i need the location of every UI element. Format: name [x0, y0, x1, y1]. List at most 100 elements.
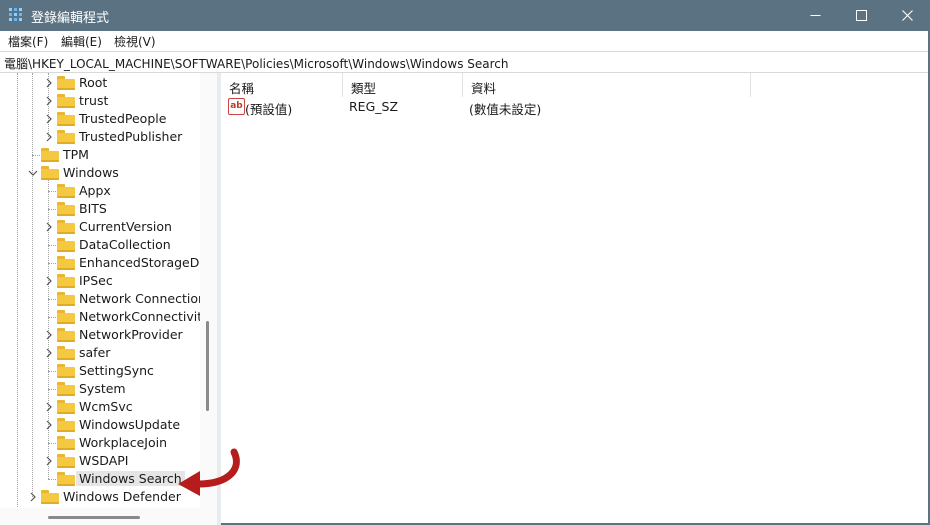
tree-connector — [48, 317, 56, 318]
folder-icon — [57, 310, 75, 324]
folder-icon — [41, 148, 59, 162]
folder-icon — [41, 166, 59, 180]
close-button[interactable] — [884, 0, 930, 31]
tree-item-label: EnhancedStorageDev — [79, 255, 215, 270]
tree-item-label: System — [79, 381, 126, 396]
tree-item-label: trust — [79, 93, 109, 108]
tree-item[interactable]: IPSec — [0, 272, 200, 290]
folder-icon — [57, 400, 75, 414]
tree-item[interactable]: BITS — [0, 200, 200, 218]
chevron-right-icon[interactable] — [43, 110, 55, 128]
tree-item-label: Windows Defender — [63, 489, 181, 504]
tree-item-label: WcmSvc — [79, 399, 133, 414]
value-name-cell[interactable]: (預設值) — [245, 99, 292, 118]
tree-item[interactable]: SettingSync — [0, 362, 200, 380]
tree-item[interactable]: WindowsUpdate — [0, 416, 200, 434]
tree-item-label: SettingSync — [79, 363, 154, 378]
folder-icon — [57, 130, 75, 144]
tree-connector — [32, 155, 40, 156]
tree-item-label: safer — [79, 345, 111, 360]
registry-editor-icon — [9, 8, 23, 22]
tree-item[interactable]: trust — [0, 92, 200, 110]
tree-item-label: TrustedPublisher — [79, 129, 183, 144]
chevron-right-icon[interactable] — [43, 452, 55, 470]
tree-horizontal-scrollbar[interactable] — [0, 508, 200, 525]
folder-icon — [57, 292, 75, 306]
tree-vertical-scroll-thumb[interactable] — [206, 321, 209, 411]
values-list-pane[interactable]: 名稱 類型 資料 ab (預設值) REG_SZ (數值未設定) — [221, 73, 928, 523]
close-icon — [901, 10, 913, 21]
menu-view[interactable]: 檢視(V) — [114, 33, 156, 50]
folder-icon — [57, 364, 75, 378]
chevron-right-icon[interactable] — [43, 74, 55, 92]
tree-connector — [48, 191, 56, 192]
tree-connector — [48, 299, 56, 300]
tree-item-label: IPSec — [79, 273, 113, 288]
value-data-cell[interactable]: (數值未設定) — [469, 99, 541, 118]
menu-bar: 檔案(F) 編輯(E) 檢視(V) — [0, 31, 930, 51]
tree-item[interactable]: Windows — [0, 164, 200, 182]
tree-connector — [48, 389, 56, 390]
column-header-data[interactable]: 資料 — [463, 73, 751, 97]
folder-icon — [57, 346, 75, 360]
chevron-right-icon[interactable] — [43, 272, 55, 290]
title-bar: 登錄編輯程式 — [0, 0, 930, 31]
minimize-button[interactable] — [792, 0, 838, 31]
chevron-right-icon[interactable] — [43, 344, 55, 362]
chevron-right-icon[interactable] — [43, 326, 55, 344]
tree-item-label: TrustedPeople — [79, 111, 167, 126]
tree-horizontal-scroll-thumb[interactable] — [48, 516, 140, 519]
tree-item-label: TPM — [63, 147, 89, 162]
menu-edit[interactable]: 編輯(E) — [61, 33, 102, 50]
window-title: 登錄編輯程式 — [31, 11, 110, 26]
address-bar[interactable]: 電腦\HKEY_LOCAL_MACHINE\SOFTWARE\Policies\… — [0, 51, 930, 73]
address-path[interactable]: 電腦\HKEY_LOCAL_MACHINE\SOFTWARE\Policies\… — [4, 55, 508, 72]
folder-icon — [57, 220, 75, 234]
folder-icon — [57, 184, 75, 198]
tree-item-label: Root — [79, 75, 108, 90]
chevron-right-icon[interactable] — [43, 398, 55, 416]
tree-item-label: WSDAPI — [79, 453, 129, 468]
chevron-right-icon[interactable] — [43, 416, 55, 434]
folder-icon — [57, 472, 75, 486]
tree-item[interactable]: System — [0, 380, 200, 398]
tree-item-label: CurrentVersion — [79, 219, 172, 234]
folder-icon — [57, 76, 75, 90]
minimize-icon — [810, 15, 820, 16]
tree-item[interactable]: Network Connections — [0, 290, 212, 308]
tree-item-label: WindowsUpdate — [79, 417, 181, 432]
tree-item[interactable]: NetworkProvider — [0, 326, 200, 344]
chevron-right-icon[interactable] — [27, 488, 39, 506]
tree-item[interactable]: TrustedPeople — [0, 110, 200, 128]
folder-icon — [57, 418, 75, 432]
tree-item[interactable]: EnhancedStorageDev — [0, 254, 214, 272]
column-header-name[interactable]: 名稱 — [221, 73, 343, 97]
folder-icon — [57, 454, 75, 468]
tree-item-label: Windows Search — [76, 471, 185, 486]
tree-item[interactable]: CurrentVersion — [0, 218, 200, 236]
column-header-name-label: 名稱 — [229, 81, 255, 96]
tree-item[interactable]: TPM — [0, 146, 200, 164]
folder-icon — [57, 94, 75, 108]
column-header-type[interactable]: 類型 — [343, 73, 463, 97]
tree-item[interactable]: Appx — [0, 182, 200, 200]
tree-connector — [48, 263, 56, 264]
tree-connector — [48, 479, 56, 480]
tree-item[interactable]: NetworkConnectivityS — [0, 308, 217, 326]
folder-icon — [41, 490, 59, 504]
chevron-right-icon[interactable] — [43, 92, 55, 110]
chevron-right-icon[interactable] — [43, 218, 55, 236]
chevron-down-icon[interactable] — [27, 164, 39, 182]
value-type-cell[interactable]: REG_SZ — [349, 99, 398, 114]
tree-item-label: Appx — [79, 183, 111, 198]
tree-item[interactable]: TrustedPublisher — [0, 128, 200, 146]
chevron-right-icon[interactable] — [43, 128, 55, 146]
tree-item[interactable]: WcmSvc — [0, 398, 200, 416]
tree-item[interactable]: DataCollection — [0, 236, 200, 254]
maximize-button[interactable] — [838, 0, 884, 31]
tree-item-label: NetworkProvider — [79, 327, 183, 342]
menu-file[interactable]: 檔案(F) — [8, 33, 48, 50]
tree-item[interactable]: Root — [0, 74, 200, 92]
folder-icon — [57, 382, 75, 396]
tree-item[interactable]: safer — [0, 344, 200, 362]
